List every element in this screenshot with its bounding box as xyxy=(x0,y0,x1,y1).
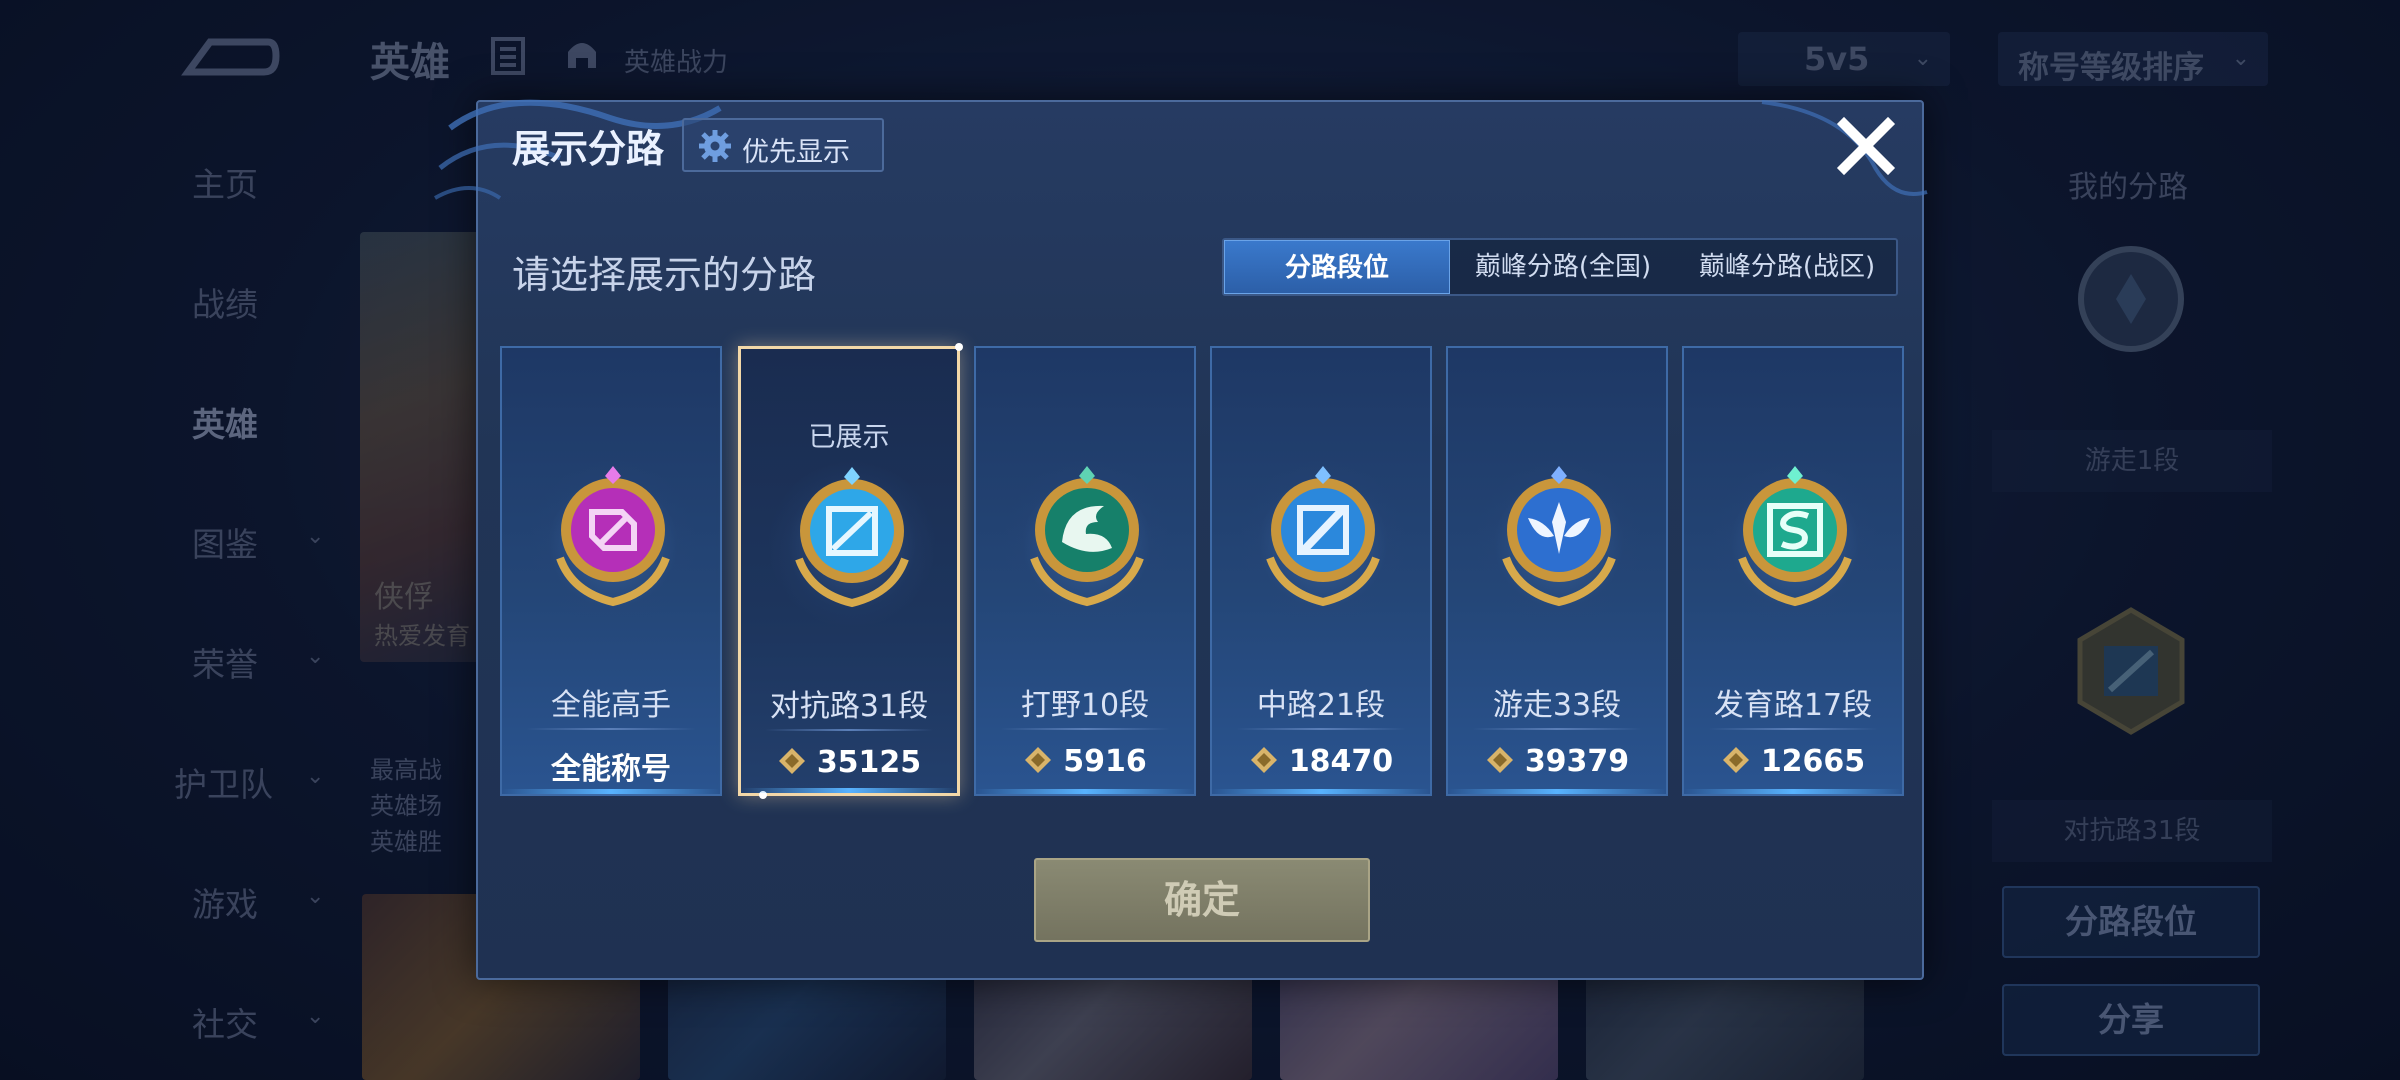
lane-value: 18470 xyxy=(1288,744,1394,779)
all-round-emblem-icon xyxy=(556,466,670,607)
lane-name: 发育路17段 xyxy=(1713,688,1873,723)
lane-card-roam[interactable]: 游走33段 39379 xyxy=(1446,346,1668,796)
lane-name: 中路21段 xyxy=(1256,688,1386,723)
divider xyxy=(526,728,696,730)
lane-card-jungle[interactable]: 打野10段 5916 xyxy=(974,346,1196,796)
lane-value: 12665 xyxy=(1760,744,1866,779)
priority-display-button[interactable]: 优先显示 xyxy=(682,118,884,172)
tab-peak-national[interactable]: 巅峰分路(全国) xyxy=(1450,240,1676,294)
divider xyxy=(765,729,933,731)
lane-name: 游走33段 xyxy=(1492,688,1622,723)
lane-card-clash-lane[interactable]: 已展示 对抗路31段 35125 xyxy=(738,343,963,799)
peak-points-icon xyxy=(778,748,805,774)
lane-value-row: 39379 xyxy=(1448,744,1666,779)
roam-emblem-icon xyxy=(1502,466,1616,607)
tab-lane-rank[interactable]: 分路段位 xyxy=(1224,240,1450,294)
lane-name: 全能高手 xyxy=(551,688,671,723)
confirm-button[interactable]: 确定 xyxy=(1034,858,1370,942)
priority-display-label: 优先显示 xyxy=(742,137,850,168)
close-icon[interactable] xyxy=(1834,114,1898,178)
lane-value-row: 35125 xyxy=(741,745,957,780)
clash-lane-emblem-icon xyxy=(795,467,909,608)
tab-peak-region[interactable]: 巅峰分路(战区) xyxy=(1676,240,1898,294)
lane-name: 对抗路31段 xyxy=(769,689,929,724)
dialog-prompt: 请选择展示的分路 xyxy=(512,253,817,297)
lane-card-farm-lane[interactable]: 发育路17段 12665 xyxy=(1682,346,1904,796)
peak-points-icon xyxy=(1250,747,1277,773)
lane-value-row: 12665 xyxy=(1684,744,1902,779)
display-lane-dialog: 展示分路 优先显示 请选择展示的分路 分路段位 巅峰分路(全国) 巅峰分路(战区… xyxy=(434,99,1928,980)
divider xyxy=(1000,728,1170,730)
lane-value: 39379 xyxy=(1524,744,1630,779)
divider xyxy=(1708,728,1878,730)
lane-value-row: 18470 xyxy=(1212,744,1430,779)
lane-value: 35125 xyxy=(816,745,922,780)
divider xyxy=(1236,728,1406,730)
lane-card-all-round[interactable]: 全能高手 全能称号 xyxy=(500,346,722,796)
corner-dot xyxy=(759,791,767,799)
lane-value: 全能称号 xyxy=(551,752,671,787)
farm-lane-emblem-icon xyxy=(1738,466,1852,607)
shown-label: 已展示 xyxy=(808,422,890,453)
mid-lane-emblem-icon xyxy=(1266,466,1380,607)
peak-points-icon xyxy=(1722,747,1749,773)
peak-points-icon xyxy=(1486,747,1513,773)
divider xyxy=(1472,728,1642,730)
gear-icon xyxy=(699,130,731,162)
peak-points-icon xyxy=(1025,747,1052,773)
lane-card-mid-lane[interactable]: 中路21段 18470 xyxy=(1210,346,1432,796)
jungle-emblem-icon xyxy=(1030,466,1144,607)
lane-value-row: 5916 xyxy=(976,744,1194,779)
dialog-title: 展示分路 xyxy=(512,127,665,171)
lane-name: 打野10段 xyxy=(1020,688,1150,723)
corner-dot xyxy=(955,343,963,351)
lane-value: 5916 xyxy=(1063,744,1147,779)
lane-tabs: 分路段位 巅峰分路(全国) 巅峰分路(战区) xyxy=(1222,238,1898,296)
